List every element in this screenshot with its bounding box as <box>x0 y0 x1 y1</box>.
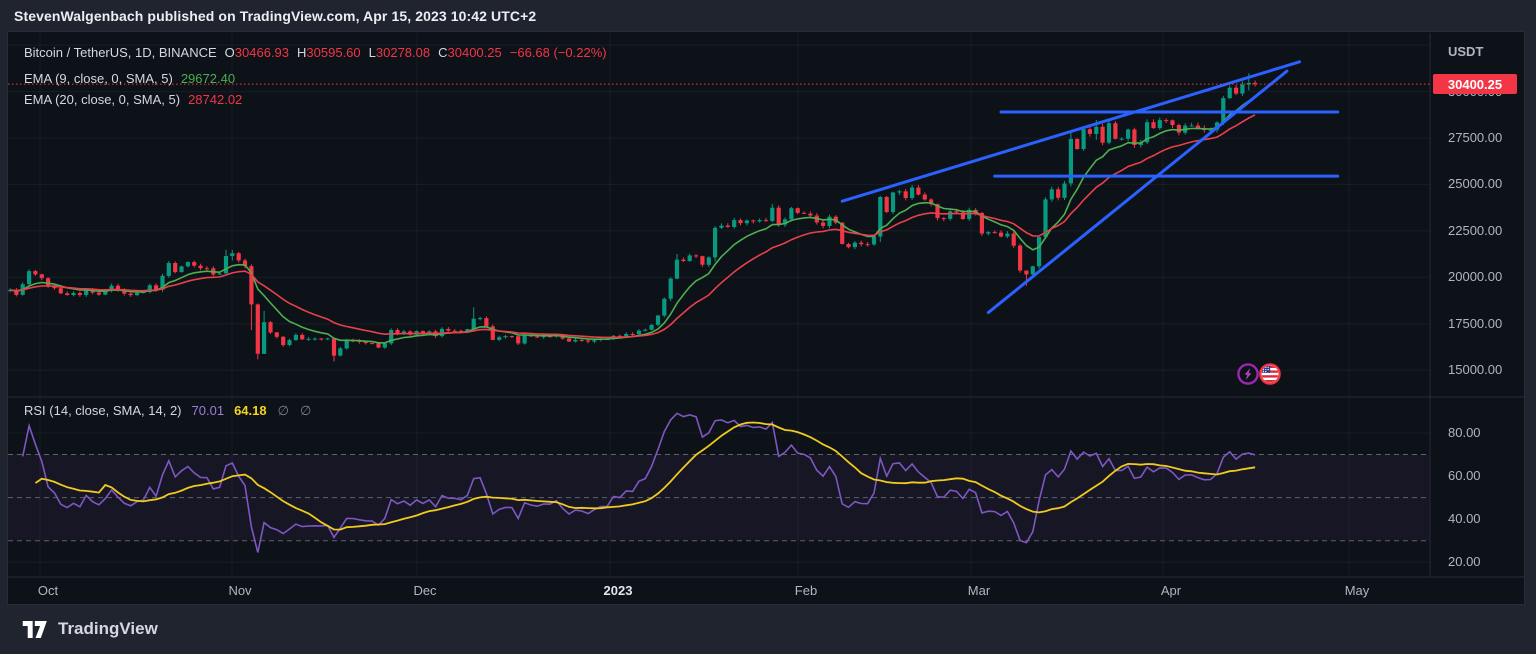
time-axis-label-feb: Feb <box>794 583 818 598</box>
time-axis-label-dec: Dec <box>413 583 437 598</box>
time-axis-label-nov: Nov <box>228 583 252 598</box>
ema9-legend[interactable]: EMA (9, close, 0, SMA, 5) 29672.40 <box>24 71 235 86</box>
us-flag-event-icon[interactable] <box>1259 363 1281 385</box>
footer-brand[interactable]: TradingView <box>22 611 158 647</box>
axis-tick-label: 15000.00 <box>1448 362 1503 377</box>
ema20-legend[interactable]: EMA (20, close, 0, SMA, 5) 28742.02 <box>24 92 242 107</box>
chart-widget: Bitcoin / TetherUS, 1D, BINANCE O30466.9… <box>8 32 1524 604</box>
axis-tick-label: 27500.00 <box>1448 130 1503 145</box>
axis-tick-label: 80.00 <box>1448 425 1481 440</box>
tradingview-logo-icon <box>22 620 47 638</box>
axis-tick-label: 20000.00 <box>1448 269 1503 284</box>
economic-event-icons[interactable] <box>1237 363 1281 385</box>
ema20-value: 28742.02 <box>188 92 243 107</box>
power-event-icon[interactable] <box>1237 363 1259 385</box>
publisher-bar: StevenWalgenbach published on TradingVie… <box>0 0 1536 32</box>
time-axis-label-mar: Mar <box>967 583 991 598</box>
axis-tick-label: 22500.00 <box>1448 223 1503 238</box>
ohlc-h: H30595.60 <box>297 45 361 60</box>
change-value: −66.68 (−0.22%) <box>509 45 607 60</box>
rsi-legend[interactable]: RSI (14, close, SMA, 14, 2) 70.01 64.18 … <box>24 403 311 419</box>
chart-canvas[interactable] <box>8 32 1524 604</box>
publisher-text: StevenWalgenbach published on TradingVie… <box>14 8 537 24</box>
rsi-label: RSI (14, close, SMA, 14, 2) <box>24 403 182 418</box>
ema9-label: EMA (9, close, 0, SMA, 5) <box>24 71 173 86</box>
last-price-badge: 30400.25 <box>1433 74 1517 94</box>
tradingview-brand-text: TradingView <box>58 619 158 638</box>
rsi-empty-set-1: ∅ <box>277 403 289 418</box>
ema20-label: EMA (20, close, 0, SMA, 5) <box>24 92 181 107</box>
axis-tick-label: 60.00 <box>1448 468 1481 483</box>
rsi-sma-value: 64.18 <box>234 403 267 418</box>
tradingview-published-chart: StevenWalgenbach published on TradingVie… <box>0 0 1536 654</box>
ema9-value: 29672.40 <box>180 71 236 86</box>
generated-chart-layers <box>8 33 1430 576</box>
axis-tick-label: 17500.00 <box>1448 316 1503 331</box>
time-axis-label-2023: 2023 <box>603 583 633 598</box>
time-axis-label-apr: Apr <box>1160 583 1182 598</box>
rsi-empty-set-2: ∅ <box>299 403 312 418</box>
axis-tick-label: 25000.00 <box>1448 176 1503 191</box>
ohlc-o: O30466.93 <box>224 45 290 60</box>
symbol-name: Bitcoin / TetherUS, 1D, BINANCE <box>24 45 217 60</box>
rsi-value: 70.01 <box>191 403 225 418</box>
time-axis-label-may: May <box>1344 583 1370 598</box>
ohlc-l: L30278.08 <box>368 45 431 60</box>
axis-tick-label: 20.00 <box>1448 554 1481 569</box>
price-axis-currency: USDT <box>1448 44 1484 59</box>
axis-tick-label: 40.00 <box>1448 511 1481 526</box>
ohlc-c: C30400.25 <box>438 45 502 60</box>
ohlc-values: O30466.93 H30595.60 L30278.08 C30400.25 <box>217 45 502 60</box>
time-axis-label-oct: Oct <box>37 583 59 598</box>
symbol-legend[interactable]: Bitcoin / TetherUS, 1D, BINANCE O30466.9… <box>24 45 607 60</box>
